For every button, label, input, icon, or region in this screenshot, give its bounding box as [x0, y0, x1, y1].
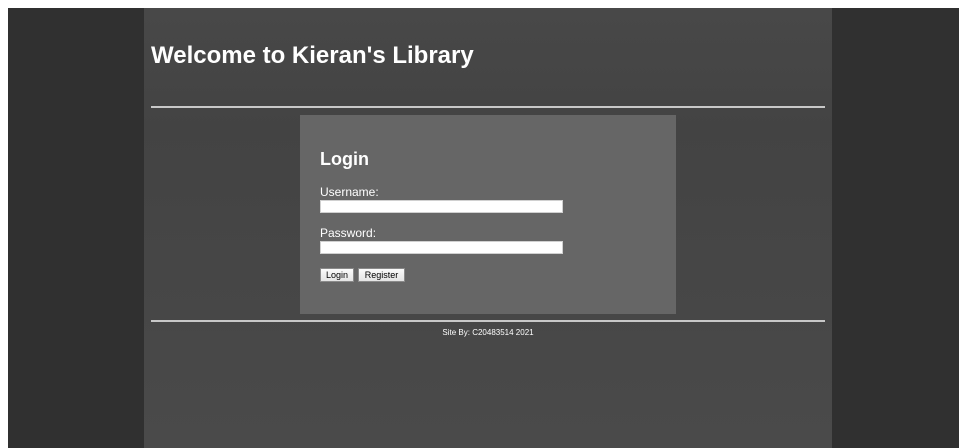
password-label: Password:	[320, 226, 377, 240]
username-label: Username:	[320, 185, 379, 199]
header-divider	[151, 106, 825, 108]
footer-divider	[151, 320, 825, 322]
page-viewport: Welcome to Kieran's Library Login Userna…	[8, 8, 959, 448]
password-input[interactable]	[320, 241, 563, 254]
login-form: Login Username: Password: Login Register	[300, 115, 676, 314]
username-input[interactable]	[320, 200, 563, 213]
main-container: Welcome to Kieran's Library Login Userna…	[144, 8, 832, 448]
login-button[interactable]: Login	[320, 268, 354, 282]
page-title: Welcome to Kieran's Library	[151, 42, 474, 69]
register-button[interactable]: Register	[358, 268, 405, 282]
login-heading: Login	[320, 149, 369, 169]
footer-credit: Site By: C20483514 2021	[442, 328, 534, 337]
